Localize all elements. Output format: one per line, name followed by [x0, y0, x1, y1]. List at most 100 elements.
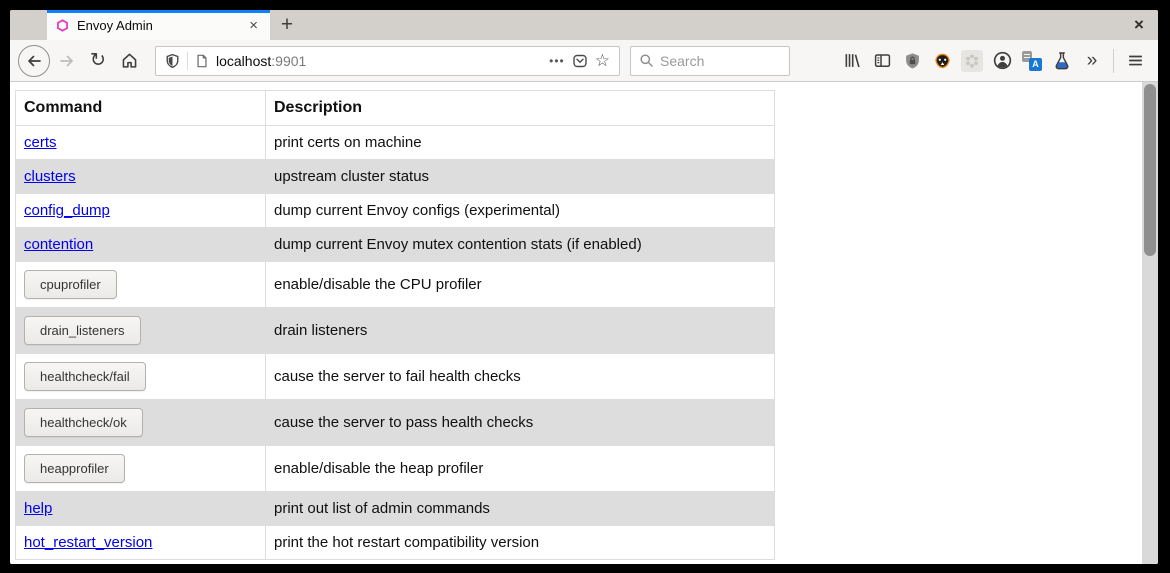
- tab-close-icon[interactable]: ×: [246, 18, 261, 33]
- envoy-admin-page: Command Description certs print certs on …: [10, 82, 1158, 560]
- tracking-protection-shield-icon[interactable]: [165, 53, 180, 69]
- table-row: config_dump dump current Envoy configs (e…: [16, 194, 775, 228]
- toolbar-divider: [1113, 49, 1114, 73]
- command-link[interactable]: hot_restart_version: [24, 534, 152, 551]
- command-table: Command Description certs print certs on …: [15, 90, 775, 560]
- description-cell: enable/disable the heap profiler: [266, 446, 775, 492]
- table-row: healthcheck/okcause the server to pass h…: [16, 400, 775, 446]
- command-button[interactable]: cpuprofiler: [24, 270, 117, 299]
- search-bar[interactable]: [630, 46, 790, 76]
- browser-window: Envoy Admin × + × ↻: [10, 10, 1158, 564]
- bookmark-star-icon[interactable]: ☆: [595, 52, 610, 69]
- home-icon: [121, 52, 138, 69]
- command-cell: help: [16, 492, 266, 526]
- table-row: hot_restart_version print the hot restart…: [16, 526, 775, 560]
- navigation-toolbar: ↻: [10, 40, 1158, 82]
- browser-window-frame: Envoy Admin × + × ↻: [0, 0, 1170, 573]
- forward-arrow-icon: [59, 53, 75, 69]
- disabled-extension-button[interactable]: [957, 46, 987, 76]
- overflow-menu-button[interactable]: »: [1077, 46, 1107, 76]
- description-cell: dump current Envoy mutex contention stat…: [266, 228, 775, 262]
- command-button[interactable]: heapprofiler: [24, 454, 125, 483]
- table-row: help print out list of admin commands: [16, 492, 775, 526]
- description-cell: upstream cluster status: [266, 160, 775, 194]
- translate-icon: A: [1022, 51, 1042, 71]
- tab-strip-spacer: [10, 10, 47, 40]
- toolbar-icon-group: A »: [837, 46, 1150, 76]
- pocket-save-icon[interactable]: [572, 53, 588, 69]
- command-button[interactable]: drain_listeners: [24, 316, 141, 345]
- command-cell: certs: [16, 126, 266, 160]
- forward-button[interactable]: [53, 47, 81, 75]
- url-bar-divider: [187, 52, 188, 70]
- command-cell: config_dump: [16, 194, 266, 228]
- description-cell: enable/disable the CPU profiler: [266, 262, 775, 308]
- description-cell: print the hot restart compatibility vers…: [266, 526, 775, 560]
- home-button[interactable]: [115, 47, 143, 75]
- command-link[interactable]: config_dump: [24, 202, 110, 219]
- command-link[interactable]: clusters: [24, 168, 76, 185]
- library-icon: [844, 52, 861, 69]
- page-actions-icon[interactable]: •••: [549, 54, 565, 68]
- sidebars-button[interactable]: [867, 46, 897, 76]
- command-cell: drain_listeners: [16, 308, 266, 354]
- window-close-button[interactable]: ×: [1120, 10, 1158, 40]
- envoy-favicon-icon: [56, 19, 69, 32]
- command-cell: clusters: [16, 160, 266, 194]
- vertical-scrollbar[interactable]: [1142, 82, 1158, 564]
- table-row: heapprofiler enable/disable the heap prof…: [16, 446, 775, 492]
- url-host: localhost: [216, 53, 271, 69]
- description-cell: cause the server to fail health checks: [266, 354, 775, 400]
- command-cell: contention: [16, 228, 266, 262]
- description-cell: print out list of admin commands: [266, 492, 775, 526]
- sidebar-icon: [874, 52, 891, 69]
- account-person-icon: [993, 51, 1012, 70]
- extension-shield-lock-button[interactable]: [897, 46, 927, 76]
- url-bar[interactable]: localhost:9901 ••• ☆: [155, 46, 620, 76]
- search-icon: [639, 53, 654, 68]
- tab-envoy-admin[interactable]: Envoy Admin ×: [47, 10, 270, 40]
- command-cell: cpuprofiler: [16, 262, 266, 308]
- command-link[interactable]: contention: [24, 236, 93, 253]
- tab-title: Envoy Admin: [77, 18, 238, 33]
- badger-face-icon: [933, 52, 952, 70]
- url-text: localhost:9901: [216, 53, 542, 69]
- table-row: cpuprofiler enable/disable the CPU profil…: [16, 262, 775, 308]
- command-link[interactable]: help: [24, 500, 52, 517]
- hamburger-menu-icon: [1127, 52, 1144, 69]
- scrollbar-thumb[interactable]: [1144, 84, 1156, 256]
- new-tab-button[interactable]: +: [270, 10, 304, 40]
- command-cell: heapprofiler: [16, 446, 266, 492]
- command-button[interactable]: healthcheck/fail: [24, 362, 146, 391]
- disabled-extension-icon: [961, 50, 983, 72]
- experiments-flask-button[interactable]: [1047, 46, 1077, 76]
- table-row: healthcheck/fail cause the server to fail…: [16, 354, 775, 400]
- privacy-badger-button[interactable]: [927, 46, 957, 76]
- library-button[interactable]: [837, 46, 867, 76]
- tab-strip-background: [304, 10, 1120, 40]
- command-link[interactable]: certs: [24, 134, 57, 151]
- shield-lock-icon: [904, 52, 921, 70]
- table-row: drain_listeners drain listeners: [16, 308, 775, 354]
- tab-bar: Envoy Admin × + ×: [10, 10, 1158, 40]
- page-info-icon[interactable]: [195, 53, 209, 69]
- command-table-body: certs print certs on machine clusters upstr…: [16, 126, 775, 560]
- app-menu-button[interactable]: [1120, 46, 1150, 76]
- reload-button[interactable]: ↻: [84, 47, 112, 75]
- command-button[interactable]: healthcheck/ok: [24, 408, 143, 437]
- command-column-header: Command: [16, 91, 266, 126]
- command-cell: healthcheck/fail: [16, 354, 266, 400]
- translate-button[interactable]: A: [1017, 46, 1047, 76]
- account-button[interactable]: [987, 46, 1017, 76]
- description-column-header: Description: [266, 91, 775, 126]
- search-input[interactable]: [660, 53, 770, 69]
- url-port: :9901: [271, 53, 306, 69]
- description-cell: dump current Envoy configs (experimental…: [266, 194, 775, 228]
- page-content: Command Description certs print certs on …: [10, 82, 1158, 564]
- table-row: certs print certs on machine: [16, 126, 775, 160]
- table-row: clusters upstream cluster status: [16, 160, 775, 194]
- table-row: contention dump current Envoy mutex conte…: [16, 228, 775, 262]
- description-cell: drain listeners: [266, 308, 775, 354]
- back-button[interactable]: [18, 45, 50, 77]
- description-cell: print certs on machine: [266, 126, 775, 160]
